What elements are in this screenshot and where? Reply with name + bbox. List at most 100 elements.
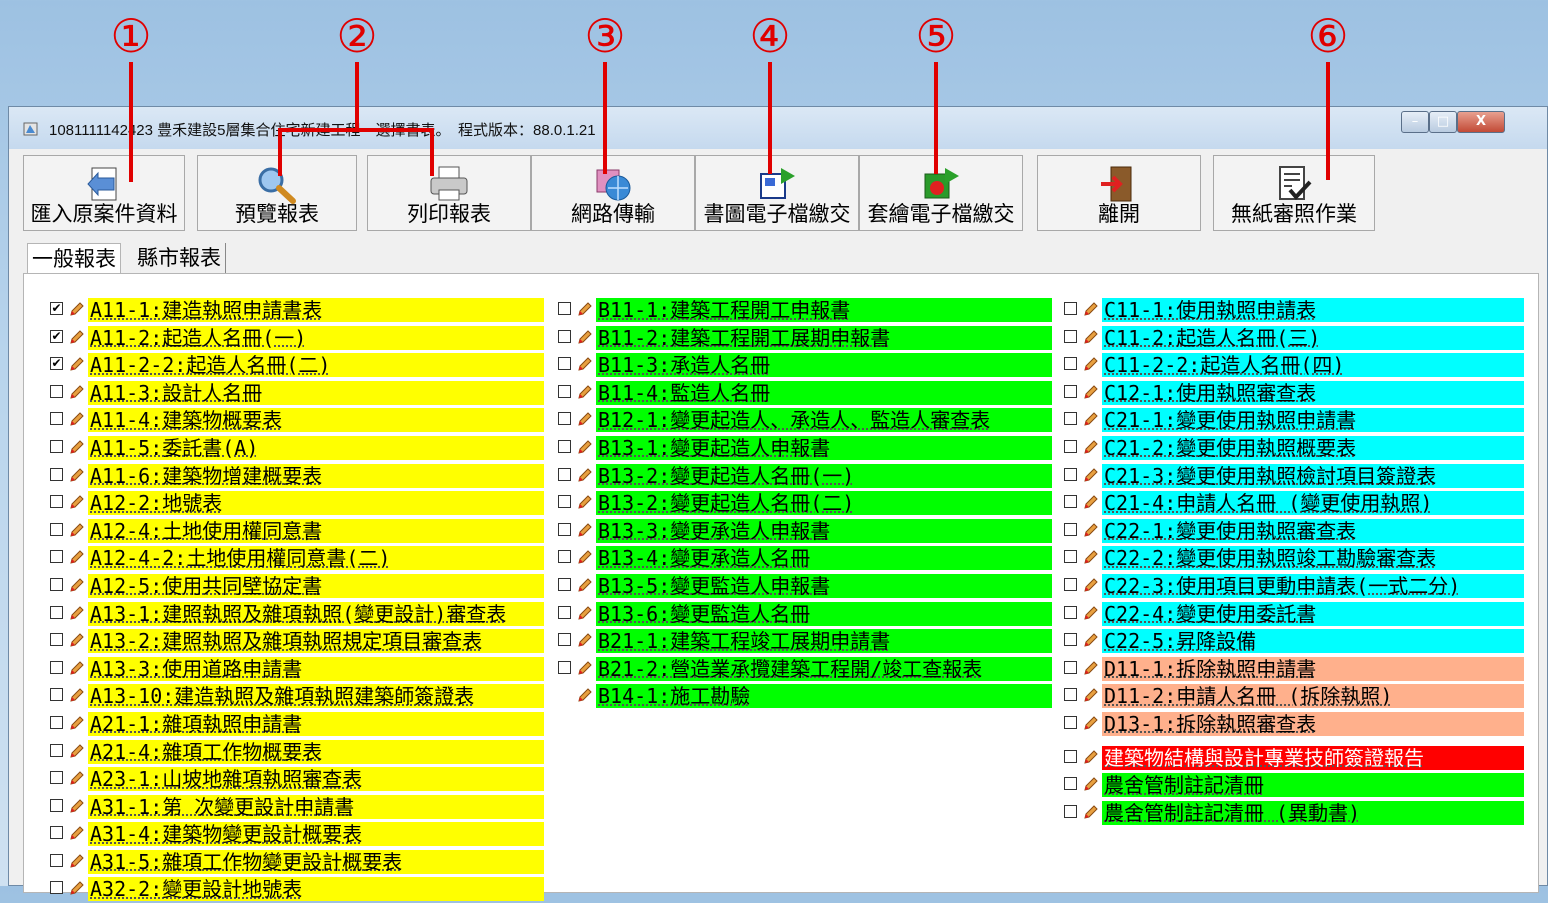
edit-pencil-icon[interactable] xyxy=(68,438,86,456)
edit-pencil-icon[interactable] xyxy=(576,604,594,622)
report-label[interactable]: B13-2:變更起造人名冊(二) xyxy=(596,491,1052,516)
edit-pencil-icon[interactable] xyxy=(576,493,594,511)
report-row[interactable]: A12-4-2:土地使用權同意書(二) xyxy=(50,544,544,572)
report-label[interactable]: C21-4:申請人名冊 (變更使用執照) xyxy=(1102,491,1524,516)
edit-pencil-icon[interactable] xyxy=(1082,803,1100,821)
report-label[interactable]: B11-3:承造人名冊 xyxy=(596,353,1052,378)
edit-pencil-icon[interactable] xyxy=(576,576,594,594)
report-label[interactable]: C21-2:變更使用執照概要表 xyxy=(1102,435,1524,460)
report-checkbox[interactable] xyxy=(50,715,63,729)
report-row[interactable]: C21-2:變更使用執照概要表 xyxy=(1064,434,1524,462)
report-checkbox[interactable] xyxy=(558,467,571,481)
maximize-button[interactable]: □ xyxy=(1429,111,1457,133)
report-checkbox[interactable] xyxy=(1064,522,1077,536)
report-row[interactable]: D11-2:申請人名冊 (拆除執照) xyxy=(1064,682,1524,710)
report-row[interactable]: A11-4:建築物概要表 xyxy=(50,406,544,434)
report-row[interactable]: C22-4:變更使用委託書 xyxy=(1064,600,1524,628)
report-label[interactable]: A11-6:建築物增建概要表 xyxy=(88,463,544,488)
report-label[interactable]: B13-3:變更承造人申報書 xyxy=(596,518,1052,543)
edit-pencil-icon[interactable] xyxy=(68,631,86,649)
report-checkbox[interactable] xyxy=(1064,412,1077,426)
report-label[interactable]: A11-2:起造人名冊(一) xyxy=(88,325,544,350)
report-checkbox[interactable] xyxy=(50,522,63,536)
edit-pencil-icon[interactable] xyxy=(576,659,594,677)
edit-pencil-icon[interactable] xyxy=(1082,631,1100,649)
report-checkbox[interactable] xyxy=(558,357,571,371)
report-row[interactable]: 建築物結構與設計專業技師簽證報告 xyxy=(1064,744,1524,772)
report-checkbox[interactable] xyxy=(1064,384,1077,398)
report-checkbox[interactable] xyxy=(50,467,63,481)
report-row[interactable]: 農舍管制註記清冊 (異動書) xyxy=(1064,799,1524,827)
report-row[interactable]: C21-3:變更使用執照檢討項目簽證表 xyxy=(1064,462,1524,490)
import-button[interactable]: 匯入原案件資料 xyxy=(23,155,185,231)
report-label[interactable]: A11-5:委託書(A) xyxy=(88,435,544,460)
report-label[interactable]: A12-4:土地使用權同意書 xyxy=(88,518,544,543)
report-row[interactable]: A11-5:委託書(A) xyxy=(50,434,544,462)
edit-pencil-icon[interactable] xyxy=(68,604,86,622)
report-row[interactable]: B13-2:變更起造人名冊(二) xyxy=(558,489,1052,517)
report-row[interactable]: B13-6:變更監造人名冊 xyxy=(558,600,1052,628)
edit-pencil-icon[interactable] xyxy=(1082,659,1100,677)
report-row[interactable]: C12-1:使用執照審查表 xyxy=(1064,379,1524,407)
edit-pencil-icon[interactable] xyxy=(1082,493,1100,511)
report-row[interactable]: A12-4:土地使用權同意書 xyxy=(50,517,544,545)
report-checkbox[interactable] xyxy=(50,826,63,840)
report-label[interactable]: 建築物結構與設計專業技師簽證報告 xyxy=(1102,745,1524,770)
report-checkbox[interactable] xyxy=(50,577,63,591)
report-checkbox[interactable] xyxy=(558,495,571,509)
report-row[interactable]: ✔ A11-2-2:起造人名冊(二) xyxy=(50,351,544,379)
report-checkbox[interactable] xyxy=(558,302,571,315)
report-label[interactable]: C11-1:使用執照申請表 xyxy=(1102,298,1524,322)
report-checkbox[interactable] xyxy=(50,384,63,398)
report-row[interactable]: B13-2:變更起造人名冊(一) xyxy=(558,462,1052,490)
report-checkbox[interactable] xyxy=(1064,550,1077,564)
report-label[interactable]: C11-2:起造人名冊(三) xyxy=(1102,325,1524,350)
report-label[interactable]: B11-1:建築工程開工申報書 xyxy=(596,298,1052,322)
report-checkbox[interactable] xyxy=(558,439,571,453)
report-row[interactable]: A13-1:建照執照及雜項執照(變更設計)審查表 xyxy=(50,600,544,628)
report-row[interactable]: A21-4:雜項工作物概要表 xyxy=(50,738,544,766)
edit-pencil-icon[interactable] xyxy=(1082,328,1100,346)
report-row[interactable]: B13-3:變更承造人申報書 xyxy=(558,517,1052,545)
report-row[interactable]: A11-6:建築物增建概要表 xyxy=(50,462,544,490)
report-label[interactable]: A12-2:地號表 xyxy=(88,491,544,516)
report-row[interactable]: 農舍管制註記清冊 xyxy=(1064,771,1524,799)
report-row[interactable]: A31-5:雜項工作物變更設計概要表 xyxy=(50,848,544,876)
edit-pencil-icon[interactable] xyxy=(68,355,86,373)
paperless-review-button[interactable]: 無紙審照作業 xyxy=(1213,155,1375,231)
report-label[interactable]: 農舍管制註記清冊 (異動書) xyxy=(1102,800,1524,825)
report-row[interactable]: A13-2:建照執照及雜項執照規定項目審查表 xyxy=(50,627,544,655)
report-checkbox[interactable] xyxy=(558,660,571,674)
report-row[interactable]: A32-2:變更設計地號表 xyxy=(50,875,544,903)
report-row[interactable]: A13-10:建造執照及雜項執照建築師簽證表 xyxy=(50,682,544,710)
report-checkbox[interactable] xyxy=(1064,302,1077,315)
report-row[interactable]: B13-1:變更起造人申報書 xyxy=(558,434,1052,462)
report-label[interactable]: C21-1:變更使用執照申請書 xyxy=(1102,408,1524,433)
report-row[interactable]: C11-2-2:起造人名冊(四) xyxy=(1064,351,1524,379)
edit-pencil-icon[interactable] xyxy=(68,576,86,594)
edit-pencil-icon[interactable] xyxy=(68,742,86,760)
report-label[interactable]: A11-3:設計人名冊 xyxy=(88,380,544,405)
edit-pencil-icon[interactable] xyxy=(1082,748,1100,766)
edit-pencil-icon[interactable] xyxy=(576,631,594,649)
tab-general-reports[interactable]: 一般報表 xyxy=(27,243,121,274)
report-row[interactable]: C22-2:變更使用執照竣工勘驗審查表 xyxy=(1064,544,1524,572)
report-label[interactable]: C22-1:變更使用執照審查表 xyxy=(1102,518,1524,543)
report-checkbox[interactable] xyxy=(1064,804,1077,818)
edit-pencil-icon[interactable] xyxy=(1082,686,1100,704)
report-checkbox[interactable] xyxy=(558,577,571,591)
report-label[interactable]: B21-2:營造業承攬建築工程開/竣工查報表 xyxy=(596,656,1052,681)
report-label[interactable]: B13-5:變更監造人申報書 xyxy=(596,573,1052,598)
report-label[interactable]: A11-1:建造執照申請書表 xyxy=(88,298,544,322)
report-checkbox[interactable] xyxy=(50,688,63,702)
report-label[interactable]: B13-1:變更起造人申報書 xyxy=(596,435,1052,460)
report-row[interactable]: B21-2:營造業承攬建築工程開/竣工查報表 xyxy=(558,655,1052,683)
edit-pencil-icon[interactable] xyxy=(68,493,86,511)
report-label[interactable]: A13-2:建照執照及雜項執照規定項目審查表 xyxy=(88,629,544,654)
edit-pencil-icon[interactable] xyxy=(68,797,86,815)
edit-pencil-icon[interactable] xyxy=(1082,466,1100,484)
report-checkbox[interactable] xyxy=(1064,329,1077,343)
edit-pencil-icon[interactable] xyxy=(68,852,86,870)
report-row[interactable]: D13-1:拆除執照審查表 xyxy=(1064,710,1524,738)
report-checkbox[interactable] xyxy=(558,384,571,398)
